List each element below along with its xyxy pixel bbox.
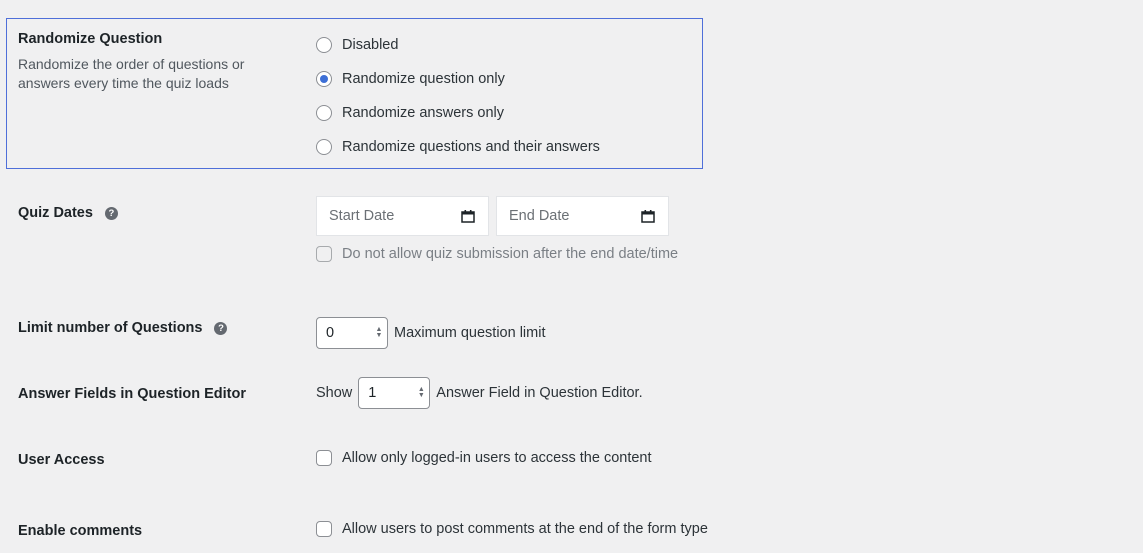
enable-comments-title: Enable comments [18,523,143,539]
question-circle-icon[interactable]: ? [104,206,118,220]
end-date-input[interactable]: End Date [496,196,669,236]
checkbox-label: Allow users to post comments at the end … [342,521,708,537]
answer-fields-title: Answer Fields in Question Editor [18,386,246,402]
radio-label: Randomize question only [342,71,505,87]
question-limit-value: 0 [326,325,335,341]
user-access-label: User Access [18,452,105,468]
quiz-settings-page: Randomize Question Randomize the order o… [0,0,1143,553]
limit-questions-field: 0 ▲ ▼ Maximum question limit [316,317,546,349]
radio-option-randomize-question-only[interactable]: Randomize question only [316,62,600,96]
checkbox-label: Allow only logged-in users to access the… [342,450,652,466]
spinner-icon[interactable]: ▲ ▼ [417,386,425,400]
answer-fields-suffix: Answer Field in Question Editor. [436,385,643,401]
randomize-question-title: Randomize Question [18,31,163,47]
question-limit-input[interactable]: 0 ▲ ▼ [316,317,388,349]
radio-label: Randomize answers only [342,105,504,121]
radio-label: Randomize questions and their answers [342,139,600,155]
user-access-title: User Access [18,452,105,468]
question-limit-suffix: Maximum question limit [394,325,546,341]
spinner-icon[interactable]: ▲ ▼ [375,326,383,340]
checkbox[interactable] [316,450,332,466]
limit-questions-title: Limit number of Questions [18,320,203,336]
radio-option-disabled[interactable]: Disabled [316,28,600,62]
start-date-input[interactable]: Start Date [316,196,489,236]
answer-fields-input[interactable]: 1 ▲ ▼ [358,377,431,409]
radio-label: Disabled [342,37,399,53]
user-access-field: Allow only logged-in users to access the… [316,450,652,466]
enable-comments-field: Allow users to post comments at the end … [316,521,708,537]
no-submission-after-end-checkbox-row[interactable]: Do not allow quiz submission after the e… [316,246,678,262]
checkbox-label: Do not allow quiz submission after the e… [342,246,679,262]
end-date-submission-option: Do not allow quiz submission after the e… [316,246,678,262]
question-circle-icon[interactable]: ? [214,321,228,335]
enable-comments-label: Enable comments [18,523,142,539]
randomize-radio-group: Disabled Randomize question only Randomi… [316,28,600,164]
randomize-question-label: Randomize Question [18,31,162,47]
answer-fields-prefix: Show [316,385,353,401]
quiz-dates-title: Quiz Dates [18,205,93,221]
quiz-dates-label: Quiz Dates ? [18,205,118,221]
end-date-placeholder: End Date [509,208,570,224]
randomize-question-description: Randomize the order of questions or answ… [18,56,245,91]
calendar-icon[interactable] [640,208,656,224]
logged-in-only-checkbox-row[interactable]: Allow only logged-in users to access the… [316,450,652,466]
answer-fields-value: 1 [368,385,377,401]
checkbox[interactable] [316,246,332,262]
calendar-icon[interactable] [460,208,476,224]
radio-button-selected[interactable] [316,71,332,87]
answer-fields-field: Show 1 ▲ ▼ Answer Field in Question Edito… [316,377,643,409]
radio-button[interactable] [316,105,332,121]
limit-questions-label: Limit number of Questions ? [18,320,228,336]
start-date-placeholder: Start Date [329,208,395,224]
allow-comments-checkbox-row[interactable]: Allow users to post comments at the end … [316,521,708,537]
radio-option-randomize-both[interactable]: Randomize questions and their answers [316,130,600,164]
answer-fields-label: Answer Fields in Question Editor [18,386,246,402]
checkbox[interactable] [316,521,332,537]
radio-button[interactable] [316,139,332,155]
radio-button[interactable] [316,37,332,53]
radio-option-randomize-answers-only[interactable]: Randomize answers only [316,96,600,130]
quiz-dates-fields: Start Date End Date [316,196,676,236]
